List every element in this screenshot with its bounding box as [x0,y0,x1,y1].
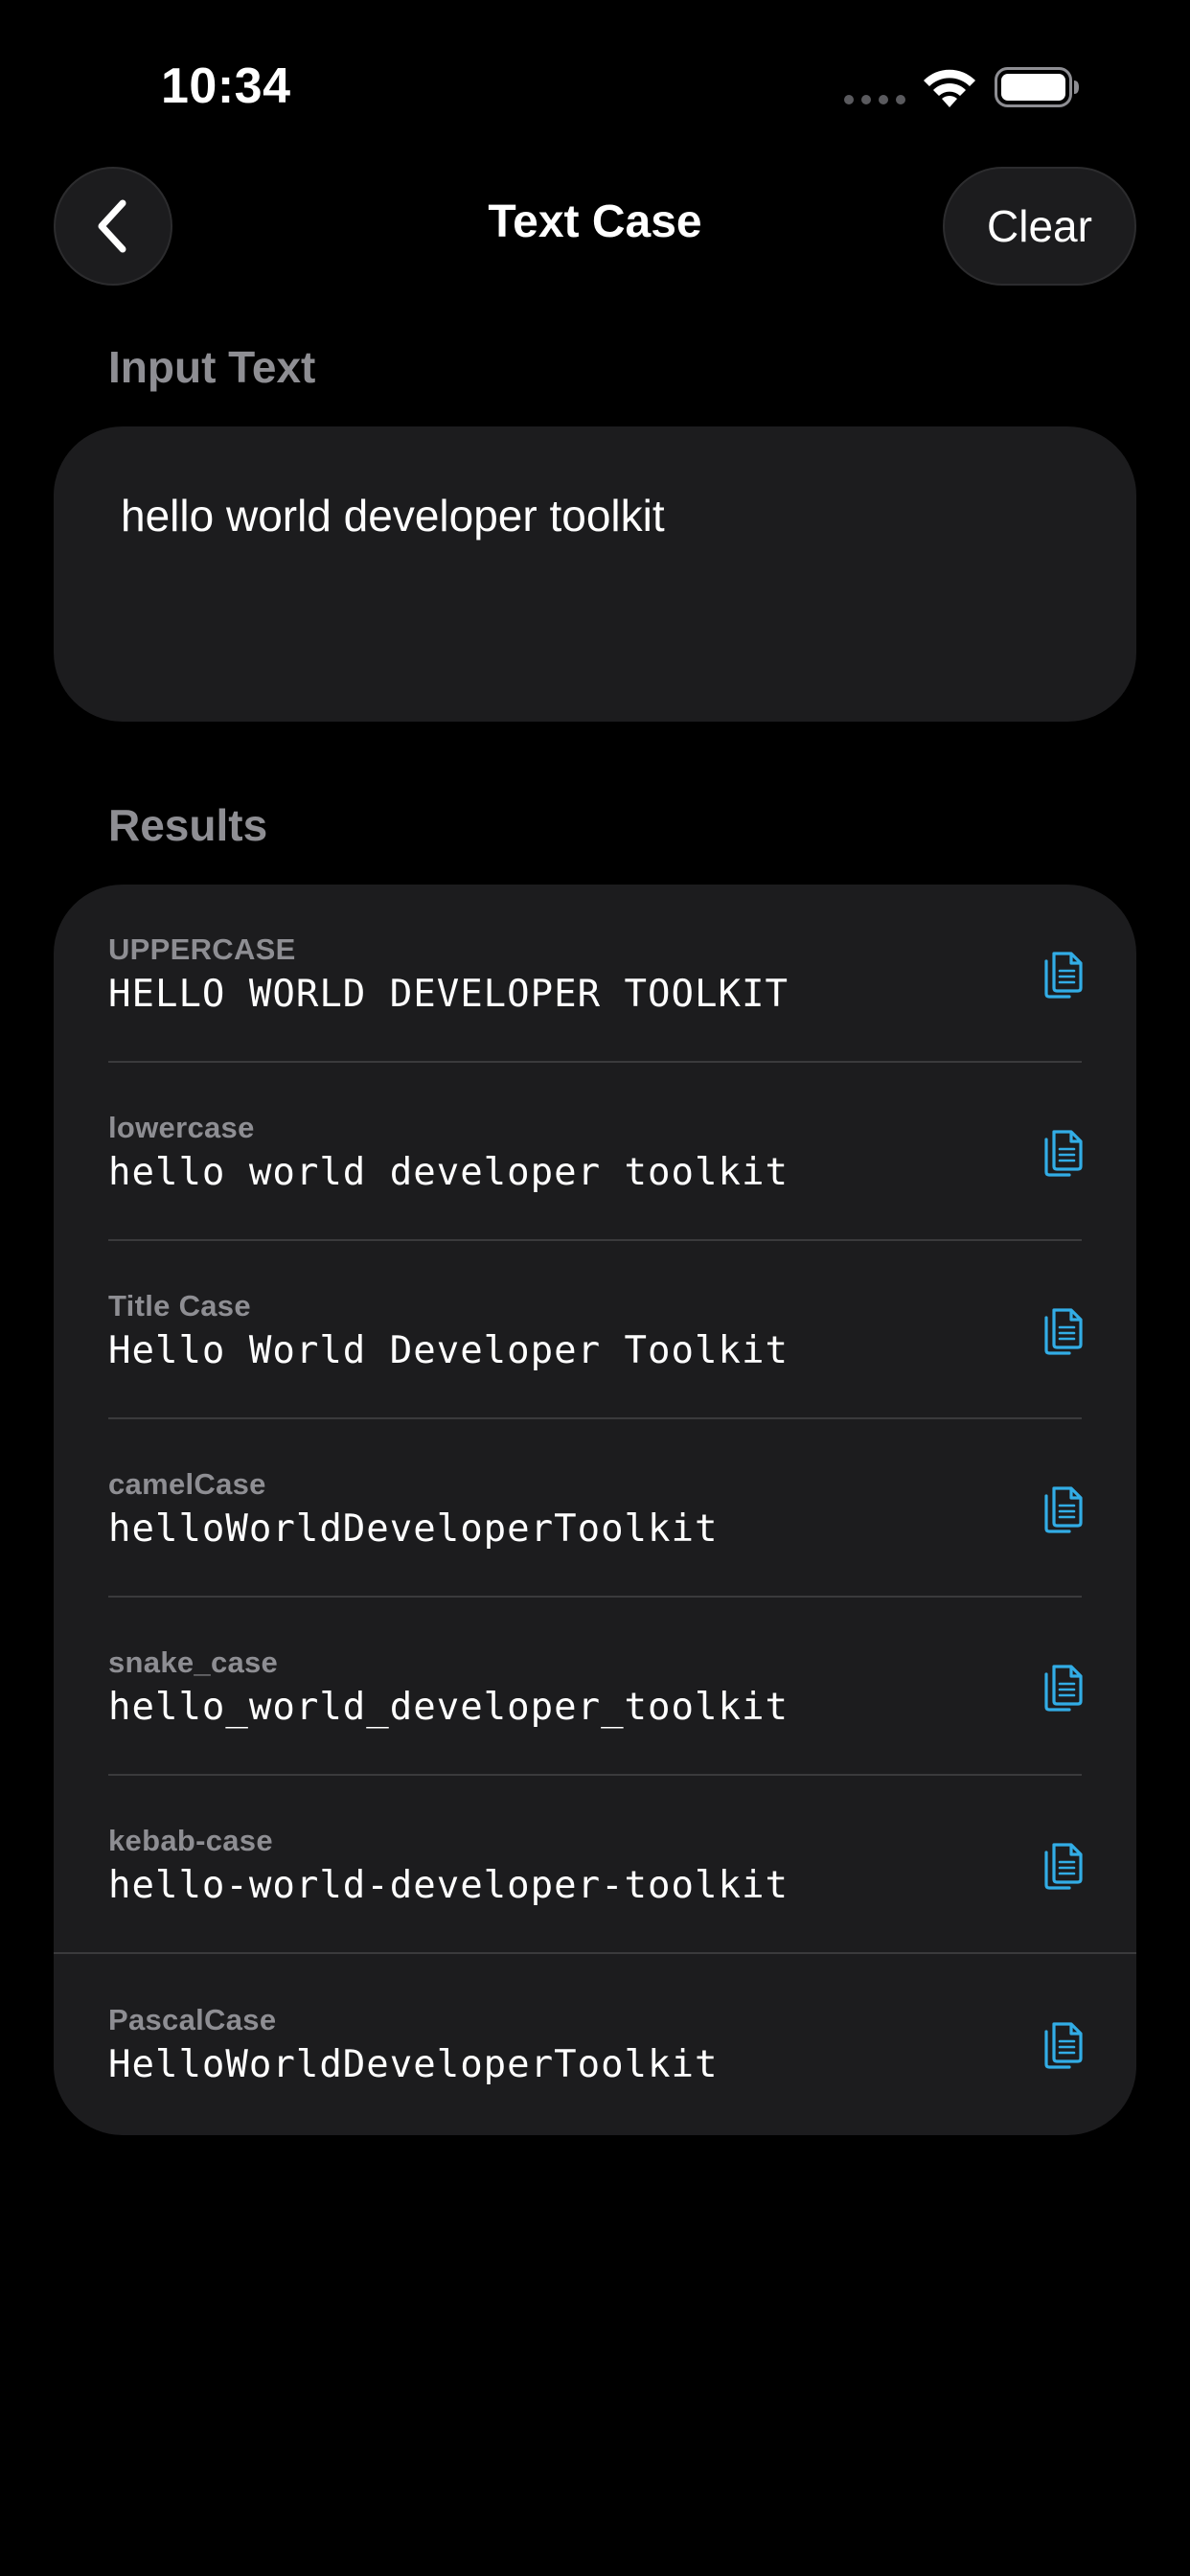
copy-button-snake-case[interactable] [1035,1659,1092,1716]
copy-icon [1044,1843,1083,1890]
result-row-title-case: Title Case Hello World Developer Toolkit [54,1241,1136,1419]
results-list: UPPERCASE HELLO WORLD DEVELOPER TOOLKIT … [54,885,1136,2135]
result-value: helloWorldDeveloperToolkit [108,1507,719,1551]
result-row-kebab-case: kebab-case hello-world-developer-toolkit [54,1776,1136,1954]
signal-dots-icon [844,95,905,104]
copy-icon [1044,952,1083,999]
result-row-pascal-case: PascalCase HelloWorldDeveloperToolkit [54,1955,1136,2133]
result-value: hello_world_developer_toolkit [108,1686,789,1729]
copy-button-camel-case[interactable] [1035,1481,1092,1538]
copy-button-kebab-case[interactable] [1035,1837,1092,1895]
copy-button-lowercase[interactable] [1035,1124,1092,1182]
result-row-snake-case: snake_case hello_world_developer_toolkit [54,1598,1136,1776]
result-label: snake_case [108,1645,279,1679]
result-value: Hello World Developer Toolkit [108,1329,789,1372]
result-row-camel-case: camelCase helloWorldDeveloperToolkit [54,1419,1136,1598]
result-label: UPPERCASE [108,932,296,966]
input-section-label: Input Text [108,342,316,392]
copy-icon [1044,2022,1083,2069]
copy-icon [1044,1486,1083,1533]
result-label: lowercase [108,1111,255,1144]
result-value: HelloWorldDeveloperToolkit [108,2043,719,2086]
copy-icon [1044,1308,1083,1355]
result-value: hello-world-developer-toolkit [108,1864,789,1907]
result-row-uppercase: UPPERCASE HELLO WORLD DEVELOPER TOOLKIT [54,885,1136,1063]
clear-button[interactable]: Clear [943,167,1136,286]
results-section-label: Results [108,800,268,850]
copy-icon [1044,1665,1083,1712]
input-text-value: hello world developer toolkit [121,491,665,540]
result-value: HELLO WORLD DEVELOPER TOOLKIT [108,973,789,1016]
result-row-lowercase: lowercase hello world developer toolkit [54,1063,1136,1241]
result-value: hello world developer toolkit [108,1151,789,1194]
row-divider [54,1952,1136,1954]
result-label: PascalCase [108,2003,277,2036]
status-bar: 10:34 [0,0,1190,144]
copy-button-uppercase[interactable] [1035,946,1092,1003]
status-time: 10:34 [161,58,291,114]
result-label: Title Case [108,1289,251,1322]
copy-icon [1044,1130,1083,1177]
copy-button-title-case[interactable] [1035,1302,1092,1360]
nav-bar: Text Case Clear [0,163,1190,288]
copy-button-pascal-case[interactable] [1035,2016,1092,2074]
wifi-icon [924,69,975,107]
result-label: kebab-case [108,1824,273,1857]
battery-icon [995,67,1079,107]
input-text-area[interactable]: hello world developer toolkit [54,426,1136,722]
result-label: camelCase [108,1467,266,1501]
